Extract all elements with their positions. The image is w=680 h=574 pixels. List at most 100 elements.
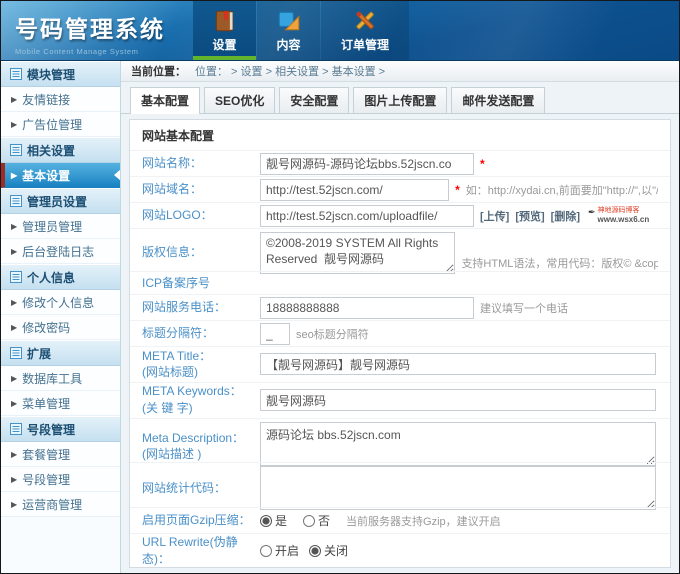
delete-link[interactable]: [删除] [551, 208, 580, 224]
triangle-icon: ▶ [11, 500, 17, 509]
site-name-input[interactable] [260, 153, 474, 175]
sidebar-item-database-tools[interactable]: ▶数据库工具 [1, 366, 120, 391]
nav-tab-label: 订单管理 [341, 36, 389, 53]
url-rewrite-radio-on[interactable]: 开启 [260, 542, 299, 559]
item-label: 菜单管理 [22, 395, 70, 412]
meta-keywords-label-line2: (关 键 字) [142, 400, 260, 417]
url-rewrite-on-input[interactable] [260, 545, 272, 557]
list-icon [10, 271, 22, 283]
site-name-label: 网站名称： [142, 155, 260, 172]
list-icon [10, 144, 22, 156]
nav-tab-label: 内容 [276, 36, 300, 53]
sidebar-section-modules: 模块管理 [1, 61, 120, 87]
triangle-icon: ▶ [11, 95, 17, 104]
sidebar-item-basic-settings[interactable]: ▶基本设置 [1, 163, 120, 188]
title-separator-hint: seo标题分隔符 [296, 326, 369, 342]
nav-tab-settings[interactable]: 设置 [193, 1, 256, 60]
url-rewrite-off-input[interactable] [309, 545, 321, 557]
meta-title-input[interactable] [260, 353, 656, 375]
sidebar-section-admin-settings: 管理员设置 [1, 188, 120, 214]
breadcrumb-path: 位置： > 设置 > 相关设置 > 基本设置 > [195, 63, 385, 79]
section-title: 个人信息 [27, 269, 75, 286]
list-icon [10, 423, 22, 435]
triangle-icon: ▶ [11, 120, 17, 129]
site-logo-label: 网站LOGO： [142, 207, 260, 224]
gzip-row: 启用页面Gzip压缩： 是 否 当前服务器支持Gzip，建议开启 [130, 507, 670, 533]
url-rewrite-row: URL Rewrite(伪静态)： 开启 关闭 [130, 533, 670, 567]
item-label: 号段管理 [22, 471, 70, 488]
service-phone-input[interactable] [260, 297, 474, 319]
url-rewrite-radio-off[interactable]: 关闭 [309, 542, 348, 559]
url-rewrite-on-label: 开启 [275, 542, 299, 559]
section-title: 号段管理 [27, 421, 75, 438]
sidebar-item-admin-management[interactable]: ▶管理员管理 [1, 214, 120, 239]
title-separator-input[interactable] [260, 323, 290, 345]
gzip-radio-yes[interactable]: 是 [260, 512, 287, 529]
section-title: 相关设置 [27, 142, 75, 159]
gzip-no-label: 否 [318, 512, 330, 529]
sidebar-item-friendly-links[interactable]: ▶友情链接 [1, 87, 120, 112]
meta-description-textarea[interactable]: 源码论坛 bbs.52jscn.com [260, 422, 656, 466]
preview-link[interactable]: [预览] [515, 208, 544, 224]
meta-keywords-input[interactable] [260, 389, 656, 411]
item-label: 修改个人信息 [22, 294, 94, 311]
sidebar-section-extensions: 扩展 [1, 340, 120, 366]
meta-description-label-line2: (网站描述 ) [142, 446, 260, 463]
sidebar-item-login-log[interactable]: ▶后台登陆日志 [1, 239, 120, 264]
tab-mail-send[interactable]: 邮件发送配置 [451, 87, 545, 113]
site-logo-input[interactable] [260, 205, 474, 227]
site-domain-input[interactable] [260, 179, 449, 201]
nav-tab-content[interactable]: 内容 [257, 1, 320, 60]
site-name-row: 网站名称： * [130, 150, 670, 176]
copyright-row: 版权信息： ©2008-2019 SYSTEM All Rights Reser… [130, 228, 670, 271]
meta-description-label-line1: Meta Description： [142, 430, 260, 447]
sidebar-item-change-password[interactable]: ▶ 修改密码 [1, 315, 120, 340]
triangle-icon: ▶ [11, 399, 17, 408]
meta-keywords-row: META Keywords： (关 键 字) [130, 382, 670, 418]
required-asterisk: * [455, 183, 460, 197]
service-phone-hint: 建议填写一个电话 [480, 300, 568, 316]
meta-keywords-label: META Keywords： (关 键 字) [142, 383, 260, 417]
stats-code-row: 网站统计代码： [130, 462, 670, 507]
gzip-label: 启用页面Gzip压缩： [142, 512, 260, 529]
stats-code-textarea[interactable] [260, 466, 656, 510]
sidebar-item-carrier-management[interactable]: ▶运营商管理 [1, 492, 120, 517]
required-asterisk: * [480, 157, 485, 171]
service-phone-label: 网站服务电话： [142, 299, 260, 316]
top-nav: 设置 内容 订单管理 [193, 1, 410, 60]
app-logo: 号码管理系统 Mobile Content Manage System [1, 1, 193, 60]
tab-seo[interactable]: SEO优化 [204, 87, 275, 113]
icp-label: ICP备案序号 [142, 275, 260, 292]
title-separator-label: 标题分隔符： [142, 325, 260, 342]
breadcrumb: 当前位置： 位置： > 设置 > 相关设置 > 基本设置 > [121, 61, 679, 82]
gzip-radio-no-input[interactable] [303, 515, 315, 527]
copyright-textarea[interactable]: ©2008-2019 SYSTEM All Rights Reserved 靓号… [260, 232, 455, 274]
tab-security[interactable]: 安全配置 [279, 87, 349, 113]
tab-basic-config[interactable]: 基本配置 [130, 87, 200, 114]
sidebar-item-segment-management[interactable]: ▶ 号段管理 [1, 467, 120, 492]
item-label: 数据库工具 [22, 370, 82, 387]
app-window: 号码管理系统 Mobile Content Manage System 设置 内… [0, 0, 680, 574]
nav-tab-orders[interactable]: 订单管理 [321, 1, 409, 60]
section-title: 模块管理 [27, 66, 75, 83]
section-title: 扩展 [27, 345, 51, 362]
upload-link[interactable]: [上传] [480, 208, 509, 224]
sidebar-item-package-management[interactable]: ▶套餐管理 [1, 442, 120, 467]
copyright-label: 版权信息： [142, 232, 260, 261]
meta-title-label-line2: (网站标题) [142, 364, 260, 381]
item-label: 套餐管理 [22, 446, 70, 463]
tab-image-upload[interactable]: 图片上传配置 [353, 87, 447, 113]
list-icon [10, 68, 22, 80]
sidebar-item-ad-management[interactable]: ▶广告位管理 [1, 112, 120, 137]
sidebar-item-edit-profile[interactable]: ▶修改个人信息 [1, 290, 120, 315]
item-label: 修改密码 [22, 319, 70, 336]
triangle-icon: ▶ [11, 323, 17, 332]
gzip-radio-yes-input[interactable] [260, 515, 272, 527]
sidebar-item-menu-management[interactable]: ▶ 菜单管理 [1, 391, 120, 416]
gzip-yes-label: 是 [275, 512, 287, 529]
app-subtitle: Mobile Content Manage System [15, 47, 193, 56]
title-separator-row: 标题分隔符： seo标题分隔符 [130, 320, 670, 346]
gzip-radio-no[interactable]: 否 [303, 512, 330, 529]
app-header: 号码管理系统 Mobile Content Manage System 设置 内… [1, 1, 679, 61]
triangle-icon: ▶ [11, 475, 17, 484]
